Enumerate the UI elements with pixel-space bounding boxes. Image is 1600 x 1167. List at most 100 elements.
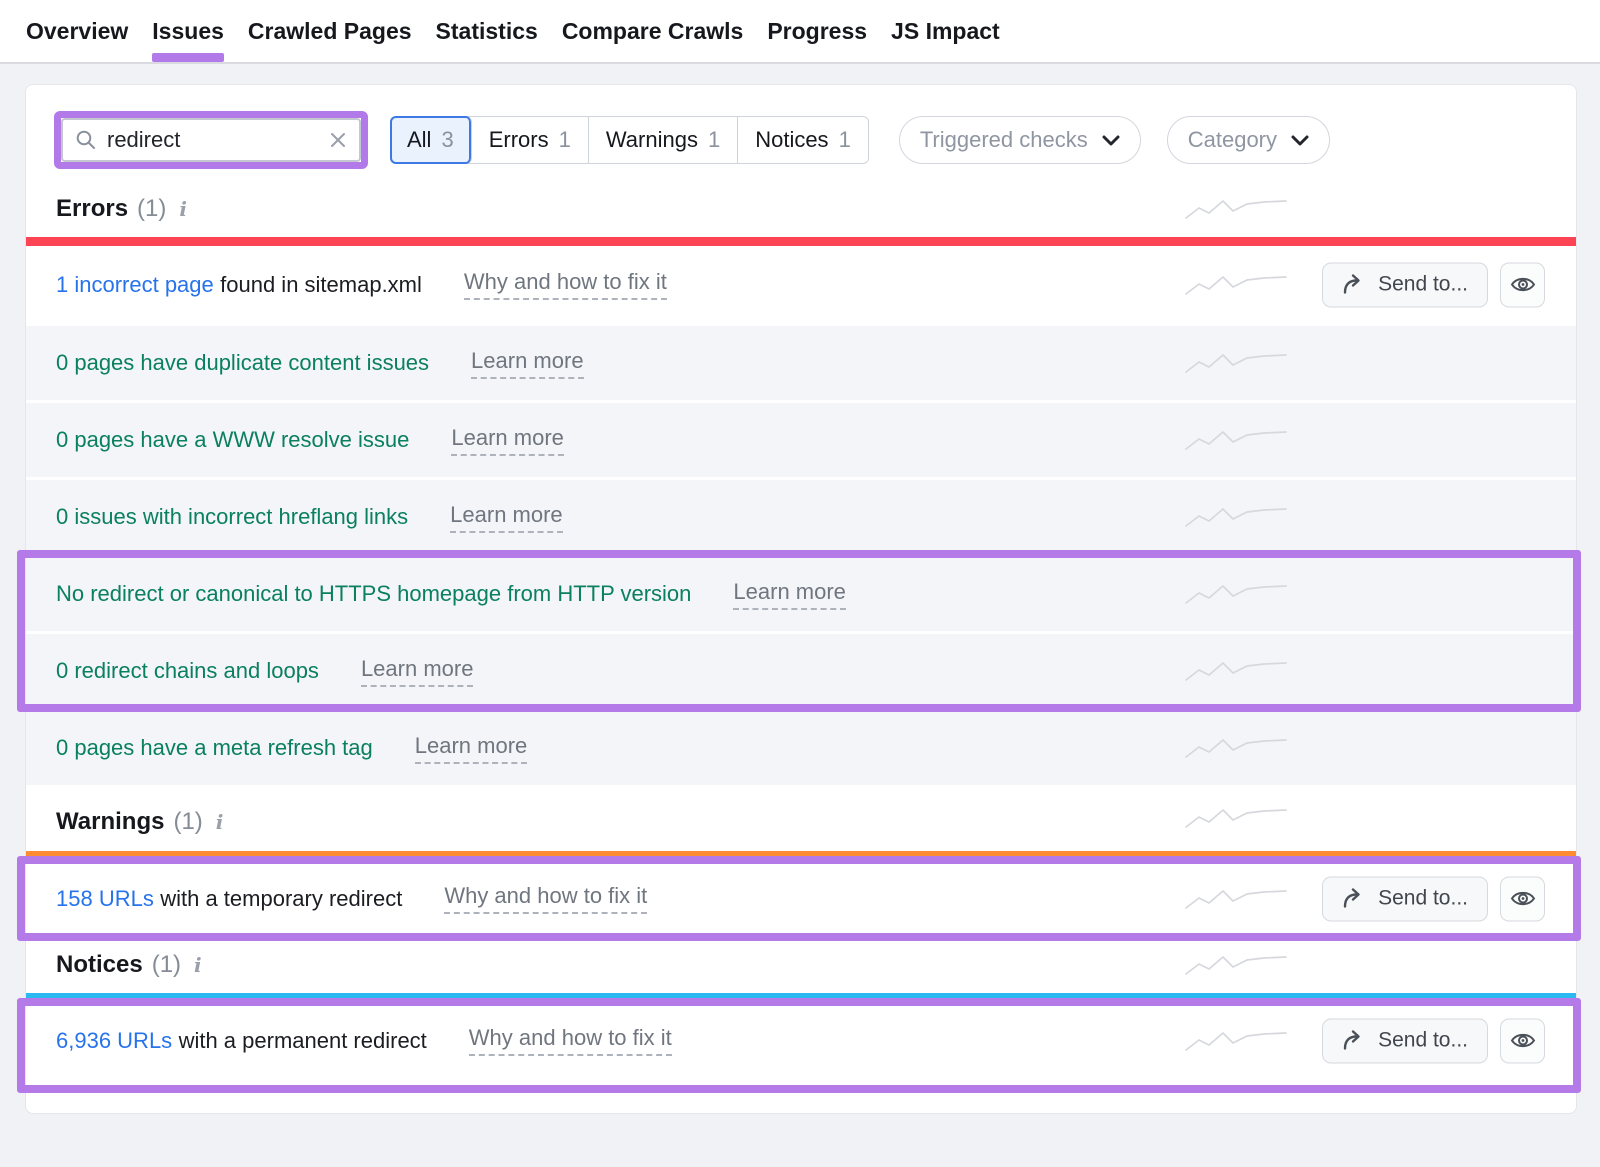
errors-severity-bar — [26, 237, 1576, 246]
info-icon[interactable]: i — [194, 953, 202, 977]
search-box[interactable] — [61, 118, 361, 162]
issue-row-redirect-chains: 0 redirect chains and loops Learn more — [26, 631, 1576, 708]
tab-statistics[interactable]: Statistics — [436, 0, 538, 63]
filter-warnings-label: Warnings — [606, 127, 698, 153]
filter-errors[interactable]: Errors 1 — [472, 117, 589, 163]
learn-more-link[interactable]: Learn more — [733, 579, 846, 610]
learn-more-link[interactable]: Learn more — [471, 348, 584, 379]
notices-count: (1) — [152, 951, 181, 979]
permanent-redirect-link[interactable]: 6,936 URLs — [56, 1028, 172, 1053]
filter-all[interactable]: All 3 — [390, 116, 472, 164]
incorrect-page-link[interactable]: 1 incorrect page — [56, 272, 214, 297]
search-icon — [75, 129, 97, 151]
tab-compare-crawls[interactable]: Compare Crawls — [562, 0, 744, 63]
top-nav: Overview Issues Crawled Pages Statistics… — [0, 0, 1600, 64]
notices-header: Notices (1) i — [26, 937, 1576, 993]
notices-title: Notices — [56, 951, 143, 979]
filter-errors-count: 1 — [559, 127, 571, 153]
tab-issues[interactable]: Issues — [152, 0, 224, 63]
errors-count: (1) — [137, 195, 166, 223]
filter-warnings[interactable]: Warnings 1 — [589, 117, 738, 163]
filter-notices[interactable]: Notices 1 — [738, 117, 868, 163]
trend-sparkline — [1184, 734, 1288, 762]
search-input[interactable] — [107, 127, 319, 153]
send-to-label: Send to... — [1378, 273, 1468, 297]
issue-text: with a permanent redirect — [179, 1028, 427, 1053]
issue-text: 0 issues with incorrect hreflang links — [56, 504, 408, 530]
issue-text: 0 pages have a meta refresh tag — [56, 735, 373, 761]
warnings-header: Warnings (1) i — [26, 785, 1576, 851]
errors-header: Errors (1) i — [26, 181, 1576, 237]
eye-icon — [1510, 889, 1536, 909]
issue-text: 0 pages have duplicate content issues — [56, 350, 429, 376]
warnings-count: (1) — [173, 808, 202, 836]
trend-sparkline — [1184, 951, 1288, 979]
issue-row-hreflang: 0 issues with incorrect hreflang links L… — [26, 477, 1576, 554]
issue-row-incorrect-page: 1 incorrect pagefound in sitemap.xml Why… — [26, 246, 1576, 323]
filter-notices-label: Notices — [755, 127, 828, 153]
filter-warnings-count: 1 — [708, 127, 720, 153]
learn-more-link[interactable]: Learn more — [450, 502, 563, 533]
eye-icon — [1510, 275, 1536, 295]
share-arrow-icon — [1342, 1030, 1366, 1052]
view-issue-button[interactable] — [1500, 1018, 1545, 1063]
why-how-to-fix-link[interactable]: Why and how to fix it — [444, 883, 647, 914]
view-issue-button[interactable] — [1500, 876, 1545, 921]
chevron-down-icon — [1291, 135, 1309, 146]
trend-sparkline — [1184, 503, 1288, 531]
trend-sparkline — [1184, 580, 1288, 608]
site-audit-issues-page: Overview Issues Crawled Pages Statistics… — [0, 0, 1600, 1167]
learn-more-link[interactable]: Learn more — [361, 656, 474, 687]
temporary-redirect-highlight-group: 158 URLswith a temporary redirect Why an… — [26, 860, 1576, 937]
category-label: Category — [1188, 127, 1277, 153]
trend-sparkline — [1184, 1027, 1288, 1055]
why-how-to-fix-link[interactable]: Why and how to fix it — [464, 269, 667, 300]
errors-title: Errors — [56, 195, 128, 223]
issues-panel: All 3 Errors 1 Warnings 1 Notices 1 Trig… — [25, 84, 1577, 1114]
send-to-button[interactable]: Send to... — [1322, 262, 1488, 307]
clear-search-icon[interactable] — [329, 131, 347, 149]
trend-sparkline — [1184, 885, 1288, 913]
filter-errors-label: Errors — [489, 127, 549, 153]
send-to-button[interactable]: Send to... — [1322, 1018, 1488, 1063]
chevron-down-icon — [1102, 135, 1120, 146]
trend-sparkline — [1184, 657, 1288, 685]
severity-filter: All 3 Errors 1 Warnings 1 Notices 1 — [390, 116, 869, 164]
tab-overview[interactable]: Overview — [26, 0, 128, 63]
issue-row-https-homepage: No redirect or canonical to HTTPS homepa… — [26, 554, 1576, 631]
filter-notices-count: 1 — [839, 127, 851, 153]
filter-all-count: 3 — [441, 127, 453, 153]
warnings-title: Warnings — [56, 808, 164, 836]
issue-text: with a temporary redirect — [160, 886, 402, 911]
issue-row-meta-refresh: 0 pages have a meta refresh tag Learn mo… — [26, 708, 1576, 785]
issue-text: 0 pages have a WWW resolve issue — [56, 427, 409, 453]
issue-row-temporary-redirect: 158 URLswith a temporary redirect Why an… — [26, 860, 1576, 937]
category-dropdown[interactable]: Category — [1167, 116, 1330, 164]
triggered-checks-dropdown[interactable]: Triggered checks — [899, 116, 1141, 164]
trend-sparkline — [1184, 271, 1288, 299]
view-issue-button[interactable] — [1500, 262, 1545, 307]
warnings-severity-bar — [26, 851, 1576, 860]
issue-text: found in sitemap.xml — [220, 272, 422, 297]
tab-crawled-pages[interactable]: Crawled Pages — [248, 0, 412, 63]
tab-js-impact[interactable]: JS Impact — [891, 0, 1000, 63]
search-highlight-annotation — [54, 111, 368, 169]
filter-all-label: All — [407, 127, 431, 153]
tab-progress[interactable]: Progress — [767, 0, 867, 63]
issue-row-duplicate-content: 0 pages have duplicate content issues Le… — [26, 323, 1576, 400]
redirect-errors-highlight-group: No redirect or canonical to HTTPS homepa… — [26, 554, 1576, 708]
share-arrow-icon — [1342, 274, 1366, 296]
learn-more-link[interactable]: Learn more — [451, 425, 564, 456]
temporary-redirect-link[interactable]: 158 URLs — [56, 886, 154, 911]
send-to-button[interactable]: Send to... — [1322, 876, 1488, 921]
learn-more-link[interactable]: Learn more — [415, 733, 528, 764]
issue-text: 0 redirect chains and loops — [56, 658, 319, 684]
issue-row-permanent-redirect: 6,936 URLs with a permanent redirect Why … — [26, 1002, 1576, 1079]
notices-severity-bar — [26, 993, 1576, 1002]
trend-sparkline — [1184, 195, 1288, 223]
info-icon[interactable]: i — [216, 810, 224, 834]
triggered-checks-label: Triggered checks — [920, 127, 1088, 153]
info-icon[interactable]: i — [179, 197, 187, 221]
filter-bar: All 3 Errors 1 Warnings 1 Notices 1 Trig… — [26, 85, 1576, 181]
why-how-to-fix-link[interactable]: Why and how to fix it — [469, 1025, 672, 1056]
